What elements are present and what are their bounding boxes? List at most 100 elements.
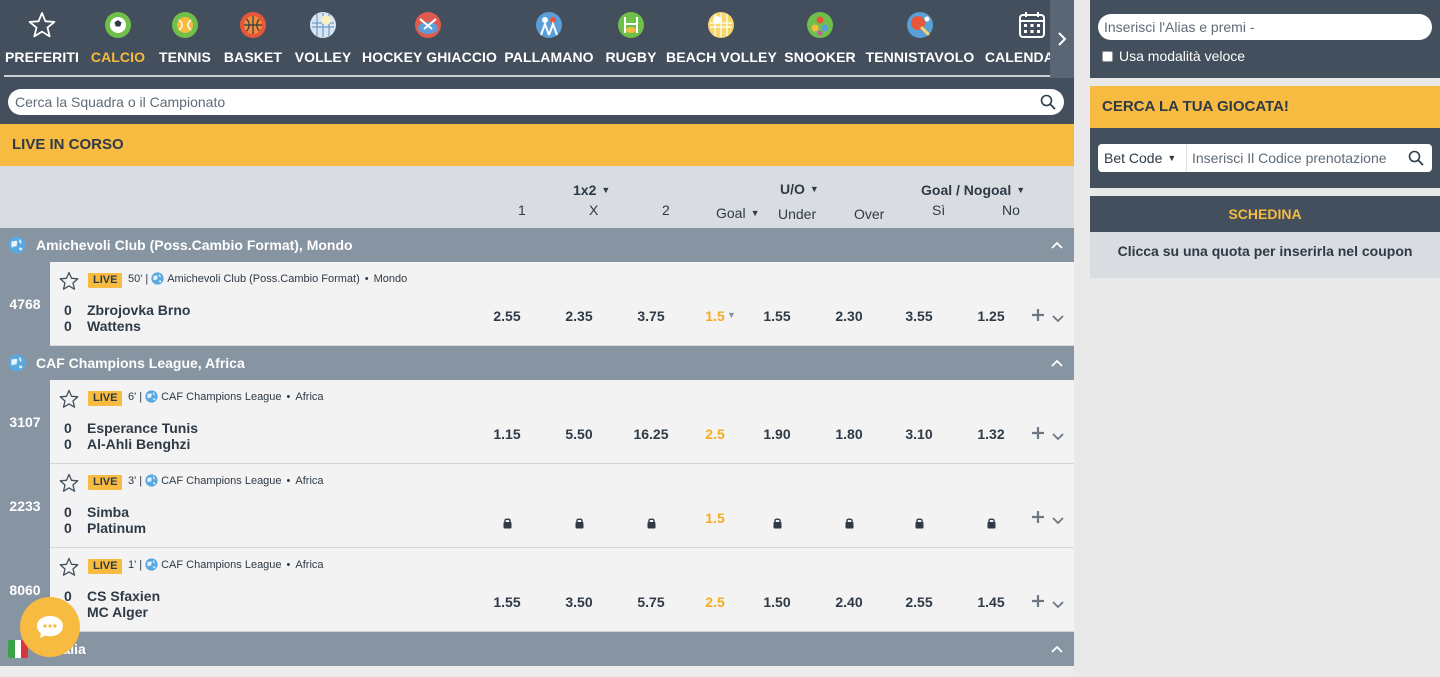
match-region: Africa — [295, 558, 324, 571]
caret-down-icon: ▼ — [750, 208, 760, 218]
col-goal-line-selector[interactable]: Goal ▼ — [716, 205, 760, 221]
live-badge: LIVE — [88, 475, 123, 490]
live-badge: LIVE — [88, 273, 123, 288]
odd-button[interactable]: 1.50 — [747, 594, 807, 610]
right-sidebar: Usa modalità veloce CERCA LA TUA GIOCATA… — [1074, 0, 1440, 677]
coupon-title: SCHEDINA — [1090, 196, 1440, 232]
odd-button[interactable]: 5.75 — [621, 594, 681, 610]
meta-dot: • — [286, 558, 291, 571]
odd-button[interactable]: 1.32 — [961, 426, 1021, 442]
more-markets-plus-icon[interactable] — [1031, 426, 1045, 440]
sport-tab-pallamano[interactable]: PALLAMANO — [502, 0, 596, 78]
odd-button[interactable]: 2.55 — [889, 594, 949, 610]
alias-input[interactable] — [1098, 14, 1432, 40]
odd-button[interactable]: 3.75 — [621, 308, 681, 324]
caret-down-icon[interactable]: ▼ — [727, 310, 736, 320]
favorite-star-icon[interactable] — [59, 557, 79, 577]
odd-button[interactable]: 1.80 — [819, 426, 879, 442]
match-competition: CAF Champions League — [161, 474, 282, 487]
sport-tab-basket[interactable]: BASKET — [222, 0, 284, 78]
odd-button[interactable]: 1.90 — [747, 426, 807, 442]
sport-tab-tennistavolo[interactable]: TENNISTAVOLO — [864, 0, 976, 78]
match-meta: 50' | Amichevoli Club (Poss.Cambio Format)… — [128, 272, 407, 285]
market-goal-nogoal-selector[interactable]: Goal / Nogoal ▼ — [921, 182, 1025, 198]
bet-code-select[interactable]: Bet Code ▼ — [1104, 144, 1176, 172]
divider — [1186, 144, 1187, 172]
away-score: 0 — [64, 520, 72, 536]
bet-code-field: Bet Code ▼ — [1098, 144, 1432, 172]
match-id: 4768 — [0, 262, 50, 346]
goal-line-value: 2.5 — [705, 426, 725, 442]
fast-mode-label: Usa modalità veloce — [1119, 48, 1246, 64]
odd-button[interactable]: 2.35 — [549, 308, 609, 324]
favorite-star-icon[interactable] — [59, 389, 79, 409]
league-header[interactable]: CAF Champions League, Africa — [0, 346, 1074, 380]
match-region: Mondo — [373, 272, 408, 285]
home-score: 0 — [64, 302, 72, 318]
odd-button[interactable]: 3.10 — [889, 426, 949, 442]
odd-button[interactable]: 3.55 — [889, 308, 949, 324]
match-id: 3107 — [0, 380, 50, 464]
market-uo-selector[interactable]: U/O ▼ — [780, 181, 819, 197]
odd-button[interactable]: 16.25 — [621, 426, 681, 442]
lock-icon — [574, 516, 585, 529]
coupon-empty-message: Clicca su una quota per inserirla nel co… — [1090, 232, 1440, 278]
odd-button[interactable]: 2.40 — [819, 594, 879, 610]
chevron-down-icon[interactable] — [1051, 429, 1065, 441]
market-1x2-selector[interactable]: 1x2 ▼ — [573, 182, 610, 198]
home-team: Zbrojovka Brno — [87, 302, 191, 318]
chat-button[interactable] — [20, 597, 80, 657]
chevron-down-icon[interactable] — [1051, 513, 1065, 525]
odd-button[interactable]: 1.45 — [961, 594, 1021, 610]
search-icon[interactable] — [1040, 94, 1056, 110]
meta-separator: | — [139, 558, 143, 571]
odd-button[interactable]: 1.55 — [747, 308, 807, 324]
league-header[interactable]: A, Italia — [0, 632, 1074, 666]
sport-tab-rugby[interactable]: RUGBY — [604, 0, 658, 78]
favorite-star-icon[interactable] — [59, 473, 79, 493]
team-search-input[interactable] — [8, 89, 1018, 115]
booking-code-input[interactable] — [1192, 146, 1402, 170]
basketball-icon — [240, 12, 266, 38]
odd-button[interactable]: 5.50 — [549, 426, 609, 442]
sport-tab-preferiti[interactable]: PREFERITI — [4, 0, 80, 78]
match-region: Africa — [295, 390, 324, 403]
globe-icon — [145, 558, 158, 571]
fast-mode-checkbox[interactable] — [1102, 50, 1113, 62]
nav-scroll-indicator — [4, 75, 1064, 77]
away-score: 0 — [64, 318, 72, 334]
odd-button[interactable]: 1.55 — [477, 594, 537, 610]
sport-tab-tennis[interactable]: TENNIS — [156, 0, 214, 78]
sport-tab-snooker[interactable]: SNOOKER — [784, 0, 856, 78]
sport-tab-hockey-ghiaccio[interactable]: HOCKEY GHIACCIO — [362, 0, 497, 78]
odd-button[interactable]: 1.25 — [961, 308, 1021, 324]
sport-tab-beach-volley[interactable]: BEACH VOLLEY — [666, 0, 777, 78]
sport-tab-calcio[interactable]: CALCIO — [88, 0, 148, 78]
favorite-star-icon[interactable] — [59, 271, 79, 291]
chevron-up-icon[interactable] — [1050, 356, 1064, 370]
chevron-down-icon[interactable] — [1051, 311, 1065, 323]
chevron-up-icon[interactable] — [1050, 238, 1064, 252]
find-bet-panel: CERCA LA TUA GIOCATA! Bet Code ▼ — [1090, 86, 1440, 188]
chevron-down-icon[interactable] — [1051, 597, 1065, 609]
globe-icon — [145, 474, 158, 487]
more-markets-plus-icon[interactable] — [1031, 510, 1045, 524]
more-markets-plus-icon[interactable] — [1031, 594, 1045, 608]
globe-icon — [8, 354, 26, 372]
lock-icon — [844, 516, 855, 529]
col-no: No — [1002, 202, 1020, 218]
odd-button[interactable]: 2.55 — [477, 308, 537, 324]
lock-icon — [772, 516, 783, 529]
odd-button[interactable]: 2.30 — [819, 308, 879, 324]
sport-tab-calendario[interactable]: CALENDARIO — [984, 0, 1050, 78]
odd-button[interactable]: 1.15 — [477, 426, 537, 442]
league-header[interactable]: Amichevoli Club (Poss.Cambio Format), Mo… — [0, 228, 1074, 262]
soccer-ball-icon — [105, 12, 131, 38]
more-markets-plus-icon[interactable] — [1031, 308, 1045, 322]
odd-button[interactable]: 3.50 — [549, 594, 609, 610]
fast-mode-toggle[interactable]: Usa modalità veloce — [1102, 48, 1245, 64]
search-icon[interactable] — [1408, 150, 1424, 166]
sport-tab-volley[interactable]: VOLLEY — [292, 0, 354, 78]
nav-next-button[interactable] — [1050, 0, 1074, 78]
chevron-up-icon[interactable] — [1050, 642, 1064, 656]
